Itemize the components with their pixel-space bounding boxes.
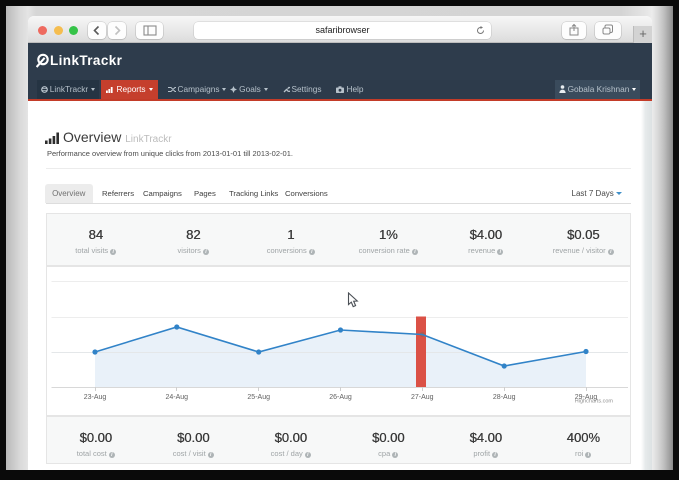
svg-text:26-Aug: 26-Aug bbox=[329, 394, 352, 401]
svg-text:27-Aug: 27-Aug bbox=[411, 394, 434, 401]
svg-text:28-Aug: 28-Aug bbox=[493, 394, 516, 401]
svg-text:Highcharts.com: Highcharts.com bbox=[575, 399, 614, 405]
svg-text:23-Aug: 23-Aug bbox=[84, 394, 107, 401]
svg-text:25-Aug: 25-Aug bbox=[247, 394, 270, 401]
svg-text:24-Aug: 24-Aug bbox=[166, 394, 189, 401]
